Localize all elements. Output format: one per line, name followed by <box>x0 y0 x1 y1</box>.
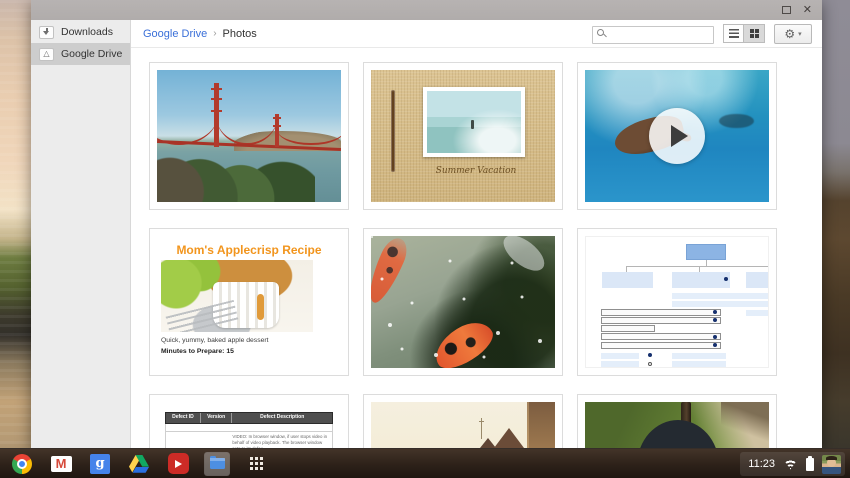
table-header: Defect Description <box>232 413 332 423</box>
grid-tile-defect-table[interactable]: Defect ID Version Defect Description VID… <box>149 394 349 448</box>
golden-gate-bridge-photo <box>157 70 341 202</box>
youtube-icon <box>168 453 189 474</box>
chrome-icon <box>12 454 32 474</box>
google-drive-app-button[interactable] <box>126 452 152 476</box>
table-row <box>165 424 333 432</box>
recipe-subtitle: Quick, yummy, baked apple dessert <box>161 337 269 344</box>
applecrisp-recipe-doc: Mom's Applecrisp Recipe Quick, yummy, ba… <box>157 236 341 368</box>
photo-grid: Summer Vacation <box>131 48 822 448</box>
view-toggle <box>723 24 765 43</box>
table-header: Defect ID <box>166 413 201 423</box>
settings-button[interactable]: ⚙ ▾ <box>774 24 812 44</box>
window-titlebar: ✕ <box>31 0 822 20</box>
chrome-app-button[interactable] <box>9 452 35 476</box>
google-drive-icon <box>129 455 149 473</box>
table-header: Version <box>201 413 233 423</box>
grid-tile-sea-lion-video[interactable] <box>577 62 777 210</box>
grid-tile-summer-vacation[interactable]: Summer Vacation <box>363 62 563 210</box>
sea-lion-video <box>585 70 769 202</box>
sidebar-item-label: Downloads <box>61 26 113 38</box>
recipe-photo <box>161 260 313 332</box>
grid-tile-park[interactable] <box>577 394 777 448</box>
defect-table-doc: Defect ID Version Defect Description VID… <box>157 402 341 448</box>
drive-icon: △ <box>39 48 54 61</box>
taskbar: M g 11:23 <box>0 448 850 478</box>
search-input[interactable] <box>592 26 714 44</box>
files-app-window: ✕ Downloads △ Google Drive Google Drive … <box>31 0 822 448</box>
list-view-icon <box>729 29 739 38</box>
breadcrumb-separator-icon: › <box>213 28 216 39</box>
sidebar-item-google-drive[interactable]: △ Google Drive <box>31 43 130 65</box>
play-button-overlay[interactable] <box>649 108 705 164</box>
maximize-button[interactable] <box>782 6 791 14</box>
grid-tile-org-chart[interactable] <box>577 228 777 376</box>
breadcrumb-root-link[interactable]: Google Drive <box>143 28 207 40</box>
table-row: VIDEO: In browser window, if user stops … <box>165 432 333 448</box>
victorian-houses-photo <box>371 402 555 448</box>
table-cell-text: VIDEO: In browser window, if user stops … <box>232 434 330 448</box>
toolbar: Google Drive › Photos <box>131 20 822 48</box>
wallpaper-left <box>0 0 31 478</box>
sidebar: Downloads △ Google Drive <box>31 20 131 448</box>
gear-icon: ⚙ <box>784 28 795 40</box>
search-box <box>592 25 714 43</box>
grid-tile-recipe-doc[interactable]: Mom's Applecrisp Recipe Quick, yummy, ba… <box>149 228 349 376</box>
clock: 11:23 <box>748 458 775 470</box>
list-view-button[interactable] <box>723 24 744 43</box>
gmail-app-button[interactable]: M <box>48 452 74 476</box>
sidebar-item-downloads[interactable]: Downloads <box>31 21 130 43</box>
grid-view-button[interactable] <box>744 24 765 43</box>
close-button[interactable]: ✕ <box>803 5 812 16</box>
album-cover-photo <box>423 87 525 157</box>
koi-pond-photo <box>371 236 555 368</box>
wallpaper-right <box>822 0 850 478</box>
avatar <box>822 455 841 474</box>
youtube-app-button[interactable] <box>165 452 191 476</box>
system-tray[interactable]: 11:23 <box>740 452 845 476</box>
files-app-button[interactable] <box>204 452 230 476</box>
album-caption: Summer Vacation <box>401 166 551 176</box>
grid-tile-golden-gate[interactable] <box>149 62 349 210</box>
gmail-icon: M <box>51 456 72 472</box>
download-icon <box>39 26 54 39</box>
chevron-down-icon: ▾ <box>798 30 802 38</box>
recipe-detail: Minutes to Prepare: 15 <box>161 348 234 355</box>
recipe-title: Mom's Applecrisp Recipe <box>157 243 341 257</box>
grid-tile-koi-pond[interactable] <box>363 228 563 376</box>
grid-tile-houses[interactable] <box>363 394 563 448</box>
table-header-row: Defect ID Version Defect Description <box>165 412 333 424</box>
apps-grid-icon <box>250 457 263 470</box>
summer-vacation-album: Summer Vacation <box>371 70 555 202</box>
org-chart-doc <box>585 236 769 368</box>
wifi-icon <box>783 459 798 470</box>
desktop: ✕ Downloads △ Google Drive Google Drive … <box>0 0 850 478</box>
battery-icon <box>806 458 814 471</box>
park-lawn-photo <box>585 402 769 448</box>
apps-launcher-button[interactable] <box>243 452 269 476</box>
files-folder-icon <box>210 458 225 469</box>
breadcrumb-current: Photos <box>223 28 257 40</box>
taskbar-apps: M g <box>0 452 269 476</box>
google-search-icon: g <box>90 454 110 474</box>
search-icon <box>597 29 604 36</box>
sidebar-item-label: Google Drive <box>61 48 122 60</box>
breadcrumb: Google Drive › Photos <box>143 28 257 40</box>
album-binding <box>391 90 395 172</box>
google-search-app-button[interactable]: g <box>87 452 113 476</box>
grid-view-icon <box>750 29 759 38</box>
